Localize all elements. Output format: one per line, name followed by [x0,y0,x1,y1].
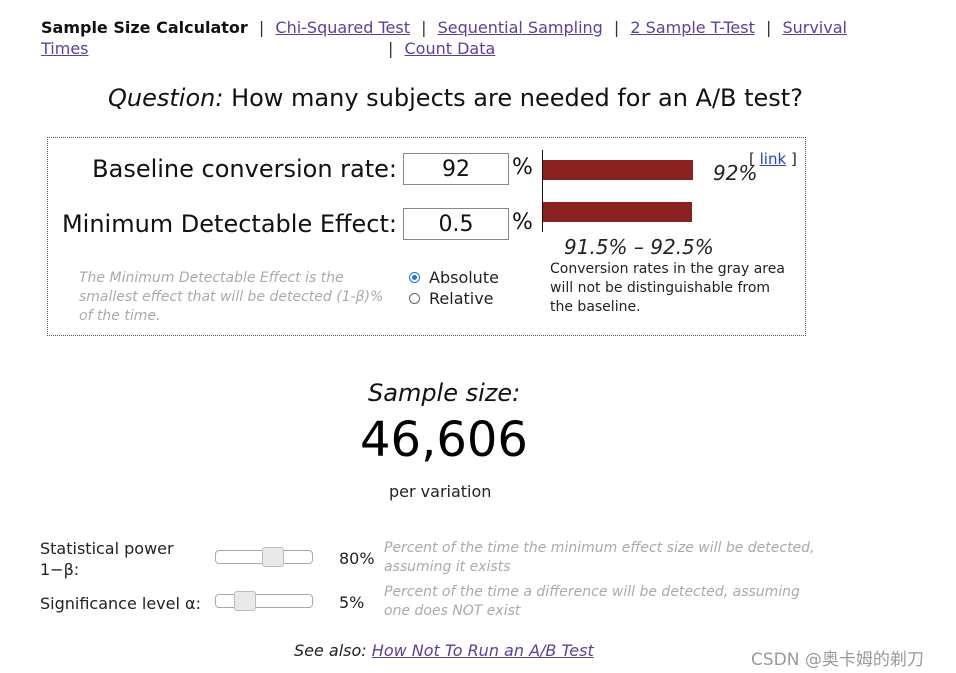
power-description: Percent of the time the minimum effect s… [384,540,815,575]
see-also: See also: How Not To Run an A/B Test [294,641,594,660]
sample-size-title: Sample size: [368,379,521,407]
question-heading: Question: How many subjects are needed f… [108,84,803,112]
link-bracket-close: ] [790,150,797,168]
baseline-label: Baseline conversion rate: [92,155,397,183]
nav-link-2-sample-t-test[interactable]: 2 Sample T-Test [630,18,754,37]
significance-description: Percent of the time a difference will be… [384,584,800,619]
power-label-line2: 1−β: [40,560,80,579]
top-nav-row2: | Count Data [388,38,495,59]
nav-current-page: Sample Size Calculator [41,18,248,37]
mde-bar [543,202,692,222]
nav-separator: | [258,18,265,37]
significance-label: Significance level α: [40,594,201,613]
nav-separator: | [421,18,427,37]
mde-input[interactable] [403,208,509,240]
radio-absolute-label: Absolute [429,268,499,287]
mde-label: Minimum Detectable Effect: [61,210,397,238]
significance-slider-track[interactable] [215,594,313,608]
mde-hint: The Minimum Detectable Effect is the sma… [79,270,384,324]
baseline-bar [543,160,693,180]
radio-button-relative[interactable] [409,293,420,304]
radio-relative-label: Relative [429,289,494,308]
significance-value: 5% [339,593,365,612]
range-label: 91.5% – 92.5% [564,235,714,259]
power-label-line1: Statistical power [40,539,174,558]
viz-link-group: [ link ] [749,150,797,168]
nav-separator: | [388,39,394,58]
radio-relative[interactable]: Relative [409,289,494,308]
baseline-percent-sign: % [512,155,533,180]
radio-button-absolute[interactable] [409,272,420,283]
power-value: 80% [339,549,375,568]
nav-separator: | [613,18,620,37]
baseline-input[interactable] [403,153,509,185]
viz-link[interactable]: link [760,150,787,168]
power-label: Statistical power 1−β: [40,538,174,580]
nav-link-count-data[interactable]: Count Data [404,39,495,58]
per-variation-label: per variation [389,482,492,501]
radio-absolute[interactable]: Absolute [409,268,499,287]
gray-area-explanation: Conversion rates in the gray area will n… [550,261,785,315]
question-text: How many subjects are needed for an A/B … [223,84,803,112]
see-also-prefix: See also: [294,641,372,660]
nav-separator: | [765,18,772,37]
question-prefix: Question: [108,84,224,112]
nav-link-sequential-sampling[interactable]: Sequential Sampling [438,18,603,37]
watermark: CSDN @奥卡姆的剃刀 [751,650,924,670]
mde-percent-sign: % [512,210,533,235]
see-also-link[interactable]: How Not To Run an A/B Test [372,641,594,660]
link-bracket-open: [ [749,150,755,168]
nav-link-chi-squared[interactable]: Chi-Squared Test [275,18,410,37]
significance-slider-thumb[interactable] [234,591,256,611]
sample-size-value: 46,606 [360,412,528,468]
power-slider-thumb[interactable] [261,547,284,567]
